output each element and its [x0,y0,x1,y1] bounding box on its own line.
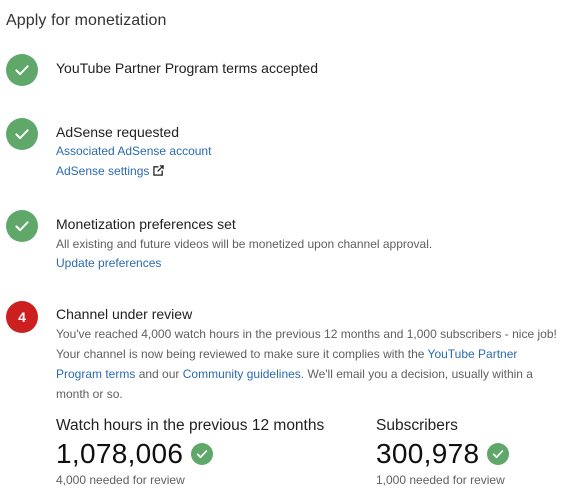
monetization-page: Apply for monetization YouTube Partner P… [0,0,575,502]
step-title: Channel under review [56,306,193,322]
community-guidelines-link[interactable]: Community guidelines [183,367,301,381]
watch-hours-label: Watch hours in the previous 12 months [56,417,325,434]
check-circle-icon [6,54,38,86]
check-icon [15,221,29,232]
step-number-badge: 4 [6,301,38,333]
check-circle-icon [6,118,38,150]
step-title: YouTube Partner Program terms accepted [56,60,318,76]
step-body: AdSense requested Associated AdSense acc… [56,123,567,181]
step-body: Monetization preferences set All existin… [56,215,567,273]
external-link-icon [153,165,165,176]
page-title: Apply for monetization [6,12,167,29]
check-icon [15,65,29,76]
adsense-settings-link[interactable]: AdSense settings [56,164,165,178]
check-circle-icon [191,443,214,465]
check-circle-icon [6,210,38,242]
step-title: Monetization preferences set [56,216,236,232]
update-preferences-link[interactable]: Update preferences [56,256,161,270]
step-body: Channel under review You've reached 4,00… [56,305,567,404]
subscribers-value: 300,978 [376,438,480,469]
watch-hours-value: 1,078,006 [56,438,184,469]
step-body: YouTube Partner Program terms accepted [56,59,567,77]
subscribers-label: Subscribers [376,417,458,434]
associated-adsense-account-link[interactable]: Associated AdSense account [56,144,211,158]
check-icon [197,450,208,459]
subscribers-stat: Subscribers 300,978 1,000 needed for rev… [376,416,510,488]
watch-hours-stat: Watch hours in the previous 12 months 1,… [56,416,324,488]
check-icon [15,129,29,140]
check-circle-icon [487,443,510,465]
review-text-part2: and our [135,367,183,381]
watch-hours-requirement: 4,000 needed for review [56,473,185,487]
step-title: AdSense requested [56,124,179,140]
subscribers-requirement: 1,000 needed for review [376,473,505,487]
step-description: All existing and future videos will be m… [56,237,433,251]
adsense-settings-label: AdSense settings [56,164,150,178]
step-description: You've reached 4,000 watch hours in the … [56,324,567,404]
check-icon [493,450,504,459]
